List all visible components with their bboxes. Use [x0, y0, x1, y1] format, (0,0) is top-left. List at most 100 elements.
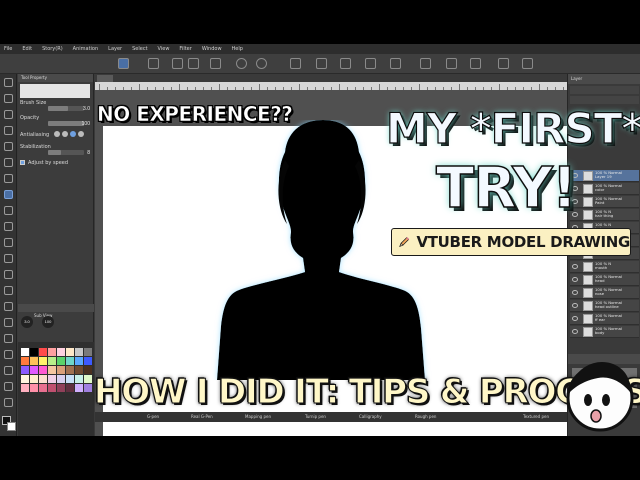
grid-snap-icon[interactable] — [470, 58, 481, 69]
brush-textured-pen[interactable]: Textured pen — [523, 414, 549, 419]
brush-size-slider[interactable] — [48, 106, 84, 111]
antialias-medium-option[interactable] — [70, 131, 76, 137]
layer-row[interactable]: 100 % Nhair thing — [570, 209, 639, 221]
navigator-icon[interactable] — [522, 58, 533, 69]
color-swatch[interactable] — [84, 348, 92, 356]
antialias-weak-option[interactable] — [62, 131, 68, 137]
fill-icon[interactable] — [316, 58, 327, 69]
operation-tool-icon[interactable] — [4, 110, 13, 119]
opacity-indicator[interactable]: 100 — [42, 316, 54, 328]
menu-animation[interactable]: Animation — [73, 46, 99, 52]
menu-window[interactable]: Window — [202, 46, 222, 52]
zoom-tool-icon[interactable] — [4, 78, 13, 87]
layer-row[interactable]: 100 % Normal head — [570, 274, 639, 286]
brush-size-indicator[interactable]: 3.0 — [21, 316, 33, 328]
color-swatch[interactable] — [48, 375, 56, 383]
menu-help[interactable]: Help — [232, 46, 243, 52]
color-swatch[interactable] — [84, 357, 92, 365]
gradient-tool-icon[interactable] — [4, 318, 13, 327]
color-swatch[interactable] — [30, 357, 38, 365]
color-swatch[interactable] — [48, 348, 56, 356]
color-swatch[interactable] — [21, 384, 29, 392]
brush-real-gpen[interactable]: Real G-Pen — [191, 414, 213, 419]
color-swatch[interactable] — [39, 375, 47, 383]
stabilization-slider[interactable] — [48, 150, 84, 155]
color-swatch[interactable] — [66, 357, 74, 365]
figure-tool-icon[interactable] — [4, 334, 13, 343]
text-tool-icon[interactable] — [4, 382, 13, 391]
color-swatch[interactable] — [57, 357, 65, 365]
deselect-icon[interactable] — [365, 58, 376, 69]
brush-gpen[interactable]: G-pen — [147, 414, 159, 419]
save-as-icon[interactable] — [210, 58, 221, 69]
invert-selection-icon[interactable] — [390, 58, 401, 69]
color-swatch[interactable] — [21, 366, 29, 374]
move-tool-icon[interactable] — [4, 94, 13, 103]
menu-filter[interactable]: Filter — [179, 46, 191, 52]
menu-view[interactable]: View — [158, 46, 170, 52]
menu-select[interactable]: Select — [132, 46, 147, 52]
layer-blend-mode-row[interactable] — [570, 86, 639, 94]
color-swatch[interactable] — [66, 348, 74, 356]
menu-story[interactable]: Story(R) — [42, 46, 63, 52]
color-swatch[interactable] — [48, 357, 56, 365]
color-swatch[interactable] — [21, 375, 29, 383]
document-tab[interactable]: Untitl — [97, 75, 113, 89]
color-swatch[interactable] — [39, 366, 47, 374]
antialias-none-option[interactable] — [54, 131, 60, 137]
decoration-tool-icon[interactable] — [4, 254, 13, 263]
layer-row[interactable]: 100 % Normal Layer 19 — [570, 170, 639, 182]
ruler-snap-icon[interactable] — [420, 58, 431, 69]
save-icon[interactable] — [188, 58, 199, 69]
color-swatch[interactable] — [39, 357, 47, 365]
color-swatch[interactable] — [57, 375, 65, 383]
color-swatch[interactable] — [30, 348, 38, 356]
color-swatch[interactable] — [30, 366, 38, 374]
color-swatch[interactable] — [39, 384, 47, 392]
airbrush-tool-icon[interactable] — [4, 238, 13, 247]
new-file-icon[interactable] — [148, 58, 159, 69]
eyedropper-tool-icon[interactable] — [4, 174, 13, 183]
eye-icon[interactable] — [572, 329, 578, 334]
eraser-tool-icon[interactable] — [4, 270, 13, 279]
special-ruler-snap-icon[interactable] — [446, 58, 457, 69]
color-swatch[interactable] — [84, 375, 92, 383]
layer-opacity-row[interactable] — [570, 96, 639, 104]
color-swatch[interactable] — [30, 384, 38, 392]
color-swatch[interactable] — [84, 366, 92, 374]
color-swatch[interactable] — [66, 384, 74, 392]
color-swatch[interactable] — [48, 366, 56, 374]
eye-icon[interactable] — [572, 316, 578, 321]
color-swatch[interactable] — [66, 366, 74, 374]
antialias-strong-option[interactable] — [78, 131, 84, 137]
color-swatch[interactable] — [84, 384, 92, 392]
blend-tool-icon[interactable] — [4, 286, 13, 295]
layer-row[interactable]: 100 % Normal ff ear — [570, 313, 639, 325]
clear-icon[interactable] — [290, 58, 301, 69]
color-swatch[interactable] — [39, 348, 47, 356]
undo-icon[interactable] — [236, 58, 247, 69]
balloon-tool-icon[interactable] — [4, 398, 13, 407]
transform-icon[interactable] — [340, 58, 351, 69]
sub-color-swatch[interactable] — [7, 422, 16, 431]
menu-icon[interactable] — [498, 58, 509, 69]
layer-row[interactable]: 100 % Normal color — [570, 183, 639, 195]
fill-tool-icon[interactable] — [4, 302, 13, 311]
color-swatch[interactable] — [75, 348, 83, 356]
color-swatch[interactable] — [57, 384, 65, 392]
layer-row[interactable]: 100 % Normal body — [570, 326, 639, 338]
pen-tool-icon[interactable] — [4, 190, 13, 199]
eye-icon[interactable] — [572, 303, 578, 308]
brush-mapping-pen[interactable]: Mapping pen — [245, 414, 271, 419]
eye-icon[interactable] — [572, 277, 578, 282]
color-swatch[interactable] — [57, 366, 65, 374]
color-swatch[interactable] — [48, 384, 56, 392]
color-swatch[interactable] — [30, 375, 38, 383]
layer-row[interactable]: 100 % Normal nose — [570, 287, 639, 299]
brush-turnip-pen[interactable]: Turnip pen — [305, 414, 326, 419]
brush-rough-pen[interactable]: Rough pen — [415, 414, 436, 419]
lasso-tool-icon[interactable] — [4, 158, 13, 167]
selection-tool-icon[interactable] — [4, 142, 13, 151]
redo-icon[interactable] — [256, 58, 267, 69]
opacity-slider[interactable] — [48, 121, 84, 126]
